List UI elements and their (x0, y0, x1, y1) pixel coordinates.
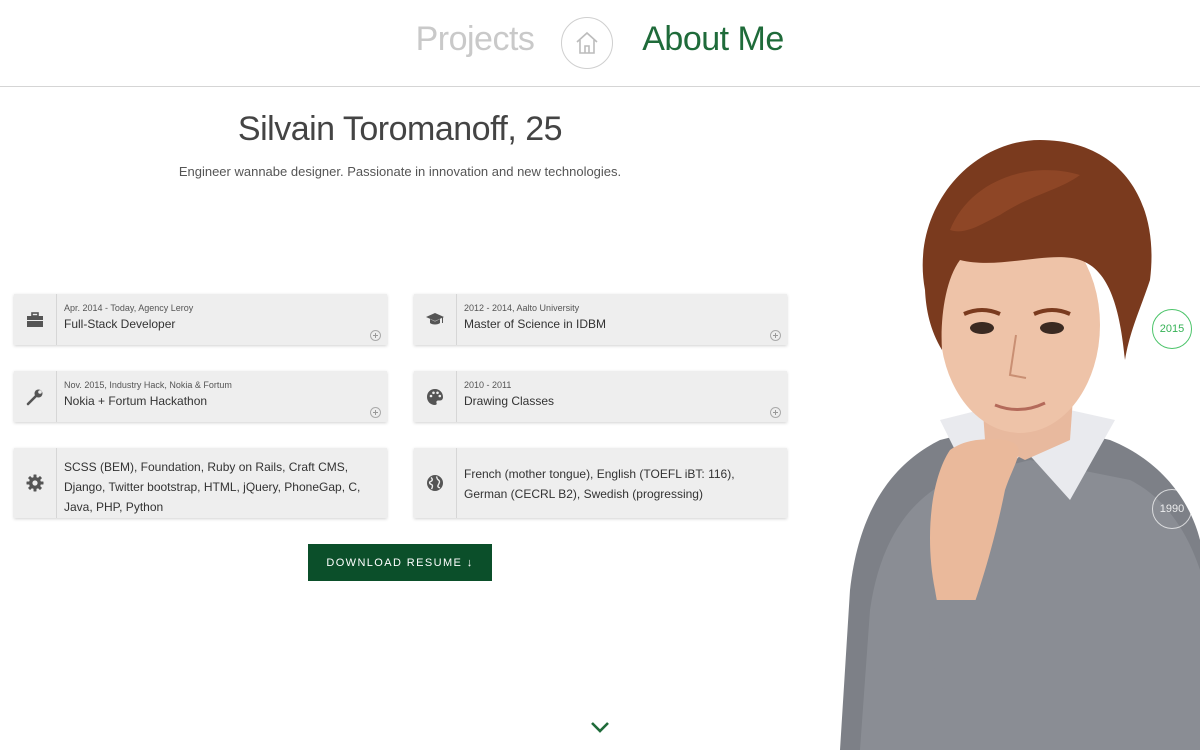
graduation-cap-icon (426, 312, 444, 324)
gear-icon (26, 474, 44, 492)
education-card-drawing[interactable]: 2010 - 2011 Drawing Classes (414, 371, 787, 422)
home-icon (576, 31, 598, 54)
card-meta: Apr. 2014 - Today, Agency Leroy (64, 303, 194, 313)
card-icon-cell (414, 448, 457, 518)
card-body: SCSS (BEM), Foundation, Ruby on Rails, C… (57, 448, 387, 518)
palette-icon (427, 388, 443, 405)
chevron-down-icon[interactable] (590, 720, 610, 734)
card-body: French (mother tongue), English (TOEFL i… (457, 448, 787, 518)
skills-text: SCSS (BEM), Foundation, Ruby on Rails, C… (64, 460, 361, 514)
expand-plus-icon[interactable] (770, 407, 781, 418)
card-icon-cell (14, 294, 57, 345)
experience-card-agency-leroy[interactable]: Apr. 2014 - Today, Agency Leroy Full-Sta… (14, 294, 387, 345)
download-resume-button[interactable]: DOWNLOAD RESUME ↓ (308, 544, 492, 581)
timeline-year-2013[interactable]: 2013 (1152, 401, 1192, 441)
card-icon-cell (414, 371, 457, 422)
card-icon-cell (414, 294, 457, 345)
timeline-ellipsis (1169, 455, 1172, 476)
globe-icon (427, 475, 443, 491)
briefcase-icon (27, 311, 43, 327)
card-body: Apr. 2014 - Today, Agency Leroy Full-Sta… (57, 294, 387, 345)
nav-projects-link[interactable]: Projects (380, 20, 570, 59)
languages-card: French (mother tongue), English (TOEFL i… (414, 448, 787, 518)
profile-tagline: Engineer wannabe designer. Passionate in… (178, 164, 622, 179)
wrench-icon (26, 389, 43, 405)
languages-text: French (mother tongue), English (TOEFL i… (464, 466, 735, 501)
skills-card: SCSS (BEM), Foundation, Ruby on Rails, C… (14, 448, 387, 518)
profile-name: Silvain Toromanoff, 25 (237, 110, 563, 148)
timeline-year-2014[interactable]: 2014 (1152, 355, 1192, 395)
card-icon-cell (14, 448, 57, 518)
expand-plus-icon[interactable] (770, 330, 781, 341)
card-meta: 2012 - 2014, Aalto University (464, 303, 580, 313)
card-title: Nokia + Fortum Hackathon (64, 394, 208, 408)
card-title: Full-Stack Developer (64, 317, 176, 331)
card-body: 2012 - 2014, Aalto University Master of … (457, 294, 787, 345)
card-title: Master of Science in IDBM (464, 317, 607, 331)
card-icon-cell (14, 371, 57, 422)
card-meta: 2010 - 2011 (464, 380, 512, 390)
nav-about-link[interactable]: About Me (628, 20, 798, 59)
profile-photo (840, 140, 1200, 750)
event-card-hackathon[interactable]: Nov. 2015, Industry Hack, Nokia & Fortum… (14, 371, 387, 422)
home-button[interactable] (561, 17, 613, 69)
expand-plus-icon[interactable] (370, 330, 381, 341)
card-meta: Nov. 2015, Industry Hack, Nokia & Fortum (64, 380, 232, 390)
card-body: Nov. 2015, Industry Hack, Nokia & Fortum… (57, 371, 387, 422)
timeline-nav: 2015 2014 2013 1990 (1150, 305, 1194, 545)
top-navigation: Projects About Me (0, 0, 1200, 87)
expand-plus-icon[interactable] (370, 407, 381, 418)
timeline-year-1990[interactable]: 1990 (1152, 489, 1192, 529)
card-body: 2010 - 2011 Drawing Classes (457, 371, 787, 422)
timeline-year-2015[interactable]: 2015 (1152, 309, 1192, 349)
card-title: Drawing Classes (464, 394, 555, 408)
education-card-aalto[interactable]: 2012 - 2014, Aalto University Master of … (414, 294, 787, 345)
